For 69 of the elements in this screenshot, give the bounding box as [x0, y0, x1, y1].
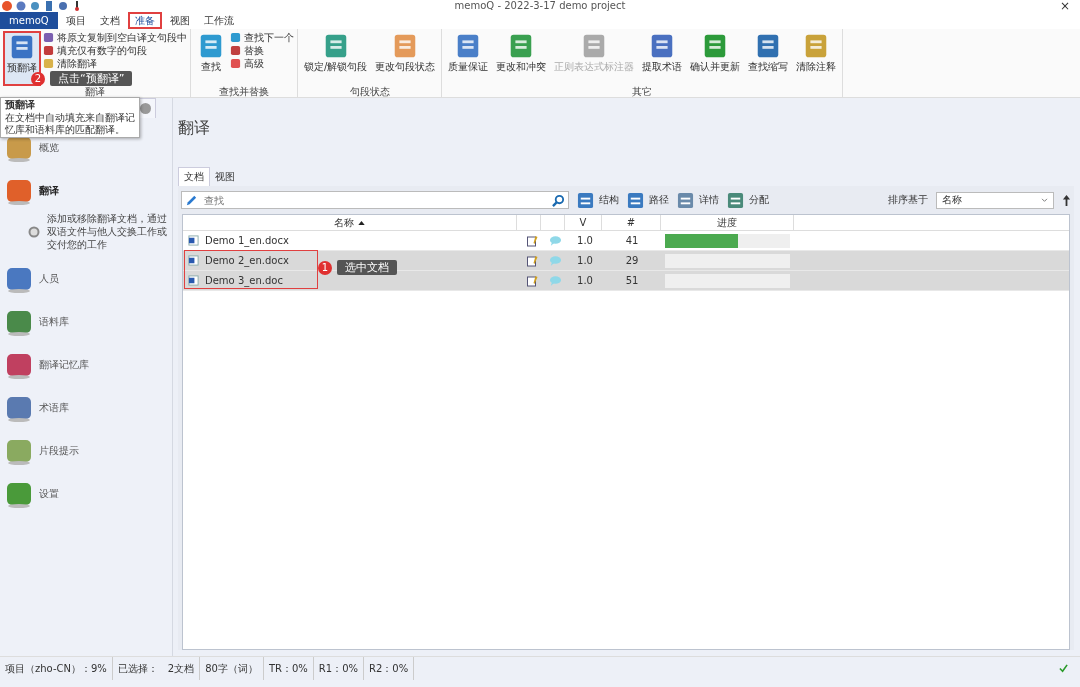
status-text: 2文档	[162, 657, 201, 680]
status-text: R2：0%	[364, 657, 415, 680]
table-cell-text: 1.0	[576, 274, 594, 288]
ribbon-button[interactable]: 清除注释	[793, 31, 840, 86]
menu-tab[interactable]: 准备	[127, 12, 162, 29]
close-button[interactable]: ×	[1059, 0, 1070, 12]
toolbar-button[interactable]: 结构	[577, 191, 619, 209]
step-tooltip: 点击“预翻译”	[50, 71, 133, 86]
ribbon-button[interactable]: 替换	[230, 44, 294, 57]
sort-label: 排序基于	[888, 193, 928, 207]
status-text: R1：0%	[313, 657, 365, 680]
table-cell-text: 41	[624, 234, 640, 248]
ribbon-button[interactable]: 更改和冲突	[493, 31, 550, 86]
table-cell-text: 1.0	[576, 234, 594, 248]
tooltip-title: 预翻译	[5, 99, 36, 111]
ribbon-button[interactable]: 查找下一个	[230, 31, 294, 44]
menu-tab[interactable]: 工作流	[197, 12, 240, 29]
window-title: memoQ - 2022-3-17 demo project	[454, 0, 626, 12]
ribbon-button[interactable]: 填充仅有数字的句段	[43, 44, 187, 57]
ribbon-button[interactable]: 更改句段状态	[372, 31, 439, 86]
menu-tab[interactable]: 项目	[59, 12, 92, 29]
sidebar-item[interactable]: 翻译记忆库	[0, 343, 172, 386]
sort-dropdown[interactable]: 名称	[936, 191, 1054, 209]
sidebar-item[interactable]: 语料库	[0, 300, 172, 343]
menu-tab[interactable]: 视图	[163, 12, 196, 29]
column-header[interactable]: 进度	[661, 215, 794, 230]
table-cell-text: 1.0	[576, 254, 594, 268]
table-cell-text: 51	[624, 274, 640, 288]
status-text: 80字（词）	[200, 657, 264, 680]
menu-tab[interactable]: 文档	[93, 12, 126, 29]
group-label: 句段状态	[348, 86, 391, 97]
column-header[interactable]: 名称	[183, 215, 517, 230]
step-tooltip: 选中文档	[337, 260, 397, 275]
ribbon-button[interactable]: 查找	[194, 31, 228, 86]
search-field[interactable]: 查找	[181, 191, 569, 209]
table-cell-text: 29	[624, 254, 640, 268]
status-text: 已选择：	[116, 661, 159, 676]
group-label: 其它	[631, 86, 654, 97]
ribbon-button[interactable]: 高级	[230, 57, 294, 70]
group-label: 查找并替换	[218, 86, 270, 97]
sidebar-item[interactable]: 人员	[0, 257, 172, 300]
sidebar-item[interactable]: 片段提示	[0, 429, 172, 472]
column-header[interactable]: #	[602, 215, 661, 230]
toolbar-button[interactable]: 分配	[727, 191, 769, 209]
sidebar-item[interactable]: 设置	[0, 472, 172, 515]
page-heading: 翻译	[178, 118, 211, 139]
group-label: 翻译	[84, 86, 106, 97]
file-name: Demo 1_en.docx	[205, 235, 289, 246]
ribbon-button[interactable]: 将原文复制到空白译文句段中	[43, 31, 187, 44]
status-text: TR：0%	[263, 657, 314, 680]
column-header[interactable]: V	[565, 215, 602, 230]
sidebar-item[interactable]: 术语库	[0, 386, 172, 429]
tooltip-text: 在文档中自动填充来自翻译记忆库和语料库的匹配翻译。	[5, 112, 135, 136]
file-name: Demo 2_en.docx	[205, 255, 289, 266]
ribbon-button[interactable]: 清除翻译	[43, 57, 187, 70]
toolbar-button[interactable]: 详情	[677, 191, 719, 209]
toolbar-button[interactable]: 路径	[627, 191, 669, 209]
ribbon-button[interactable]: 确认并更新	[687, 31, 744, 86]
ribbon-button[interactable]: 锁定/解锁句段	[301, 31, 371, 86]
status-text: 项目（zho-CN）：9%	[0, 657, 113, 680]
ribbon-button[interactable]: 提取术语	[639, 31, 686, 86]
ribbon-button[interactable]: 查找缩写	[745, 31, 792, 86]
app-menu-tab[interactable]: memoQ	[0, 12, 58, 29]
view-tab[interactable]: 视图	[210, 167, 240, 186]
ribbon-button[interactable]: 质量保证	[445, 31, 492, 86]
file-name: Demo 3_en.doc	[205, 275, 283, 286]
sidebar-item[interactable]: 翻译	[0, 169, 172, 212]
section-description: 添加或移除翻译文档，通过双语文件与他人交换工作或交付您的工作	[47, 212, 168, 251]
view-tab[interactable]: 文档	[178, 167, 210, 186]
